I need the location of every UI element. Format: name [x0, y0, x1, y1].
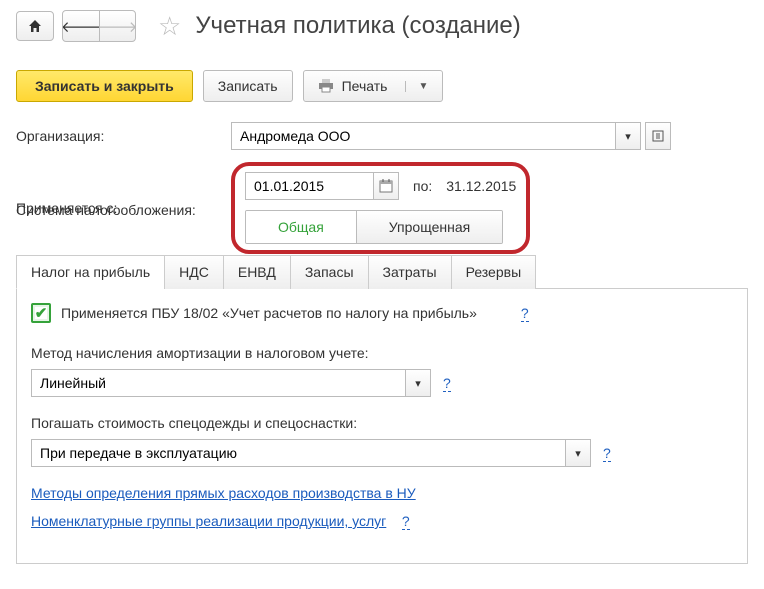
page-title: Учетная политика (создание): [195, 12, 520, 40]
tab-nds[interactable]: НДС: [164, 255, 224, 289]
tax-system-segmented: Общая Упрощенная: [245, 210, 503, 244]
print-label: Печать: [342, 78, 388, 94]
tab-envd[interactable]: ЕНВД: [223, 255, 291, 289]
print-button[interactable]: Печать ▼: [303, 70, 444, 102]
date-from-picker[interactable]: [373, 172, 399, 200]
chevron-down-icon: ▼: [405, 81, 428, 92]
tab-reserves[interactable]: Резервы: [451, 255, 537, 289]
amort-select[interactable]: [31, 369, 405, 397]
save-close-button[interactable]: Записать и закрыть: [16, 70, 193, 102]
amort-dropdown[interactable]: ▾: [405, 369, 431, 397]
pbu-label: Применяется ПБУ 18/02 «Учет расчетов по …: [61, 305, 477, 321]
tax-system-general[interactable]: Общая: [246, 211, 356, 243]
workwear-label: Погашать стоимость спецодежды и спецосна…: [31, 415, 733, 431]
workwear-select[interactable]: [31, 439, 565, 467]
home-icon: [27, 18, 43, 34]
link-nomenclature[interactable]: Номенклатурные группы реализации продукц…: [31, 513, 386, 529]
tab-profit-tax[interactable]: Налог на прибыль: [16, 255, 165, 289]
organization-input[interactable]: [231, 122, 615, 150]
forward-button: 🡒: [99, 11, 135, 41]
to-label: по:: [413, 178, 432, 194]
home-button[interactable]: [16, 11, 54, 41]
favorite-star[interactable]: ☆: [158, 11, 181, 42]
pbu-help[interactable]: ?: [521, 305, 529, 322]
tab-content: ✔ Применяется ПБУ 18/02 «Учет расчетов п…: [16, 289, 748, 564]
workwear-dropdown[interactable]: ▾: [565, 439, 591, 467]
save-button[interactable]: Записать: [203, 70, 293, 102]
organization-open[interactable]: [645, 122, 671, 150]
back-button[interactable]: 🡐: [63, 11, 99, 41]
open-icon: [652, 130, 664, 142]
date-from-input[interactable]: [245, 172, 373, 200]
pbu-checkbox[interactable]: ✔: [31, 303, 51, 323]
tax-system-label: Система налогообложения:: [16, 202, 231, 218]
organization-label: Организация:: [16, 128, 231, 144]
highlight-box: по: 31.12.2015 Общая Упрощенная: [231, 162, 530, 254]
nomenclature-help[interactable]: ?: [402, 513, 410, 530]
tax-system-simplified[interactable]: Упрощенная: [356, 211, 502, 243]
calendar-icon: [379, 179, 393, 193]
workwear-help[interactable]: ?: [603, 445, 611, 462]
amort-help[interactable]: ?: [443, 375, 451, 392]
printer-icon: [318, 79, 334, 93]
amort-label: Метод начисления амортизации в налоговом…: [31, 345, 733, 361]
link-direct-costs[interactable]: Методы определения прямых расходов произ…: [31, 485, 416, 501]
tab-stock[interactable]: Запасы: [290, 255, 369, 289]
organization-dropdown[interactable]: ▾: [615, 122, 641, 150]
tab-costs[interactable]: Затраты: [368, 255, 452, 289]
tab-strip: Налог на прибыль НДС ЕНВД Запасы Затраты…: [16, 254, 748, 289]
date-to-value: 31.12.2015: [446, 178, 516, 194]
